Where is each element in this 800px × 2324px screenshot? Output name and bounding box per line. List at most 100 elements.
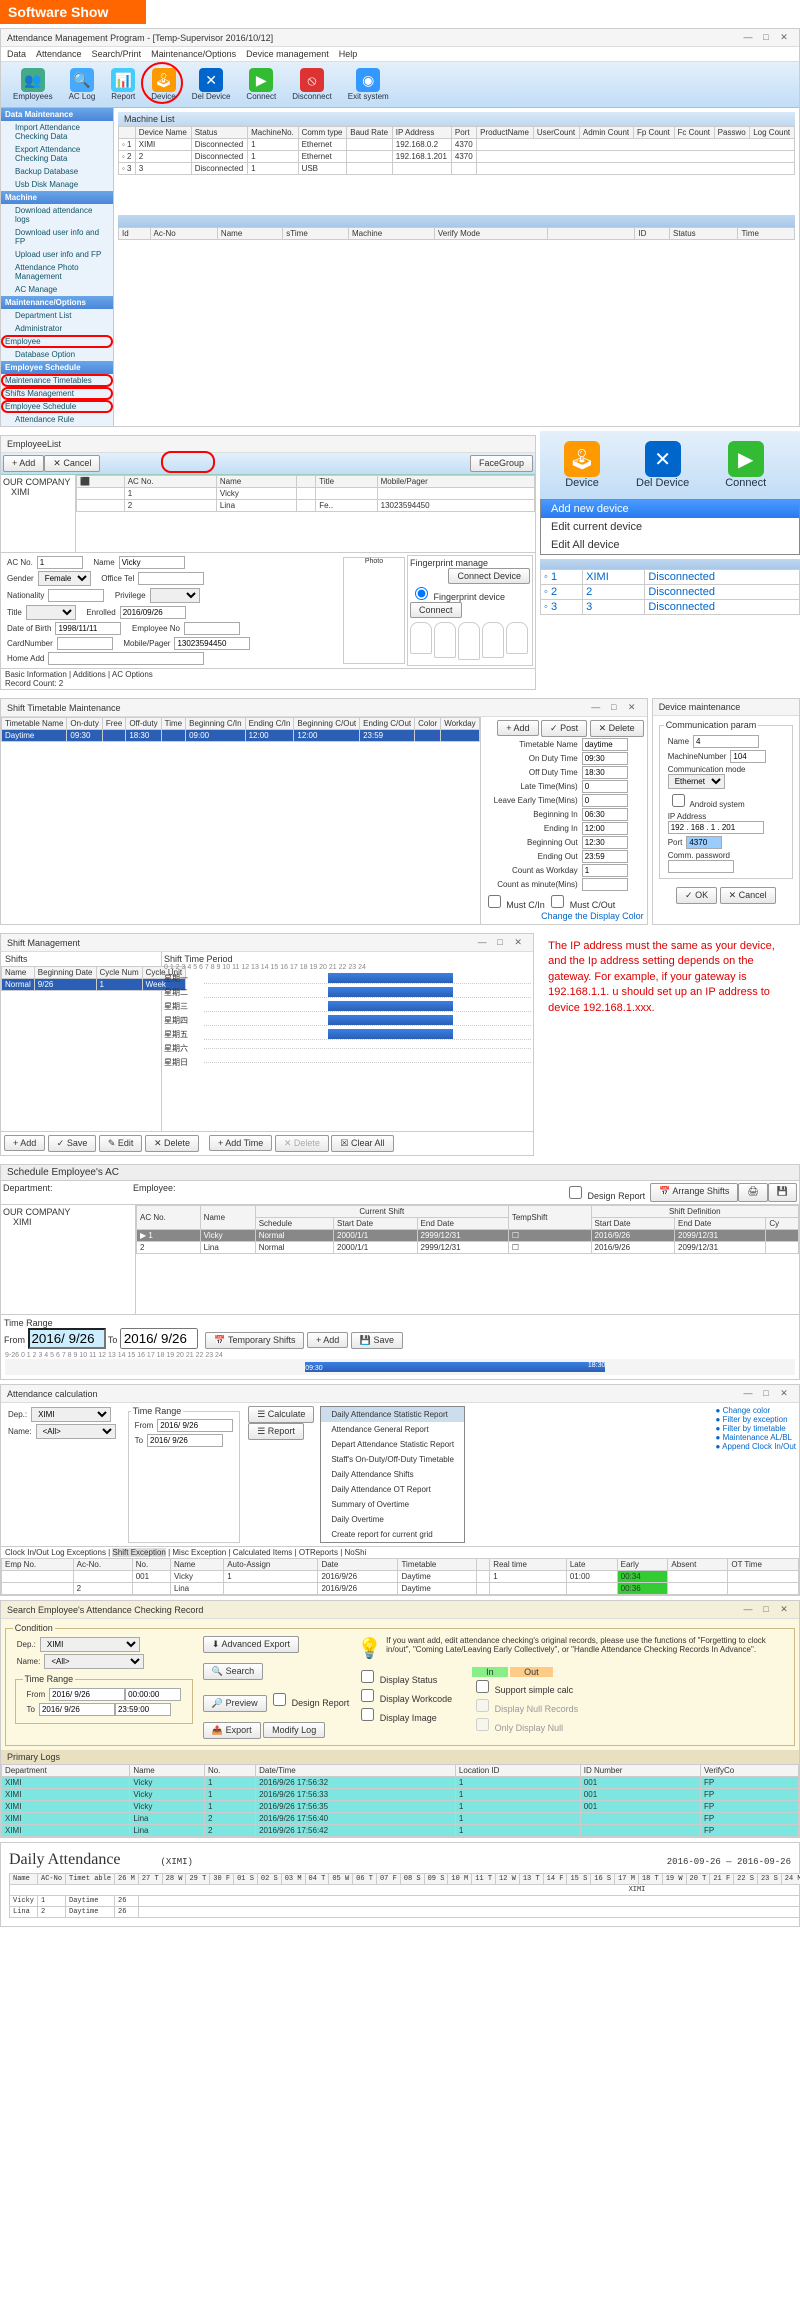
device-row[interactable]: ◦ 33Disconnected (541, 600, 800, 615)
f-acno[interactable] (37, 556, 83, 569)
sm-addtime[interactable]: + Add Time (209, 1135, 272, 1151)
log-row[interactable]: XIMIVicky12016/9/26 17:56:321001FP (2, 1776, 799, 1788)
fp-device-radio[interactable] (415, 587, 428, 600)
sidebar-empsched[interactable]: Employee Schedule (1, 400, 113, 413)
calc-name[interactable]: <All> (36, 1424, 116, 1439)
sidebar-photo[interactable]: Attendance Photo Management (1, 261, 113, 283)
report-menu-item[interactable]: Depart Attendance Statistic Report (321, 1437, 464, 1452)
f-mobile[interactable] (174, 637, 250, 650)
connect-device-btn[interactable]: Connect Device (448, 568, 530, 584)
calc-from[interactable] (157, 1419, 233, 1432)
employees-button[interactable]: 👥Employees (5, 66, 61, 103)
sm-delete[interactable]: ✕ Delete (145, 1135, 199, 1152)
connect-button[interactable]: ▶Connect (238, 66, 284, 103)
search-to-d[interactable] (39, 1703, 115, 1716)
disp-workcode[interactable] (361, 1689, 374, 1702)
adv-export-btn[interactable]: ⬇ Advanced Export (203, 1636, 299, 1653)
menu-add-device[interactable]: Add new device (541, 500, 799, 518)
sidebar-timetables[interactable]: Maintenance Timetables (1, 374, 113, 387)
sidebar-ul-user[interactable]: Upload user info and FP (1, 248, 113, 261)
tt-delete-btn[interactable]: ✕ Delete (590, 720, 644, 737)
emp-add-btn[interactable]: + Add (3, 455, 44, 472)
f-gender[interactable]: Female (38, 571, 91, 586)
link-changecolor[interactable]: ● Change color (716, 1406, 771, 1415)
sched-row[interactable]: 2LinaNormal2000/1/12999/12/31☐2016/9/262… (137, 1242, 799, 1254)
exit-button[interactable]: ◉Exit system (340, 66, 397, 103)
f-title[interactable] (26, 605, 76, 620)
device-button[interactable]: 🕹Device (143, 66, 183, 103)
tree-root2[interactable]: OUR COMPANY (3, 1207, 133, 1217)
f-tel[interactable] (138, 572, 204, 585)
sidebar-acmanage[interactable]: AC Manage (1, 283, 113, 296)
machine-row[interactable]: ◦ 1XIMIDisconnected1Ethernet192.168.0.24… (119, 139, 795, 151)
report-menu-item[interactable]: Staff's On-Duty/Off-Duty Timetable (321, 1452, 464, 1467)
f-name[interactable] (119, 556, 185, 569)
link-maint[interactable]: ● Maintenance AL/BL (716, 1433, 792, 1442)
f-nat[interactable] (48, 589, 104, 602)
dm-ip[interactable] (668, 821, 764, 834)
f-dob[interactable] (55, 622, 121, 635)
deldevice-button[interactable]: ✕Del Device (184, 66, 239, 103)
search-from-d[interactable] (49, 1688, 125, 1701)
report-menu-item[interactable]: Summary of Overtime (321, 1497, 464, 1512)
sched-add-btn[interactable]: + Add (307, 1332, 348, 1348)
export-btn[interactable]: 📤 Export (203, 1722, 261, 1739)
primary-logs-tab[interactable]: Primary Logs (1, 1750, 799, 1764)
search-name[interactable]: <All> (44, 1654, 144, 1669)
tt-post-btn[interactable]: ✓ Post (541, 720, 587, 737)
simple-calc[interactable] (476, 1680, 489, 1693)
disp-status[interactable] (361, 1670, 374, 1683)
sidebar-dbopt[interactable]: Database Option (1, 348, 113, 361)
dm-mode[interactable]: Ethernet (668, 774, 725, 789)
calc-dep[interactable]: XIMI (31, 1407, 111, 1422)
machine-row[interactable]: ◦ 33Disconnected1USB (119, 163, 795, 175)
modify-btn[interactable]: Modify Log (263, 1722, 325, 1738)
change-color-link[interactable]: Change the Display Color (541, 911, 644, 921)
report-menu-item[interactable]: Daily Attendance Statistic Report (321, 1407, 464, 1422)
big-deldevice-btn[interactable]: ✕Del Device (618, 437, 707, 493)
sched-from[interactable] (28, 1328, 106, 1349)
menu-edit-all[interactable]: Edit All device (541, 536, 799, 554)
report-button[interactable]: 📊Report (103, 66, 143, 103)
emp-facegroup-btn[interactable]: FaceGroup (470, 455, 533, 472)
timetable-row[interactable]: Daytime09:3018:3009:0012:0012:0023:59 (2, 730, 480, 742)
dm-ok-btn[interactable]: ✓ OK (676, 887, 717, 904)
design-cb2[interactable] (273, 1693, 286, 1706)
sidebar-dl-user[interactable]: Download user info and FP (1, 226, 113, 248)
connect-btn2[interactable]: Connect (410, 602, 462, 618)
link-filterexc[interactable]: ● Filter by exception (716, 1415, 788, 1424)
disp-image[interactable] (361, 1708, 374, 1721)
log-row[interactable]: XIMIVicky12016/9/26 17:56:351001FP (2, 1800, 799, 1812)
aclog-button[interactable]: 🔍AC Log (61, 66, 104, 103)
dm-pwd[interactable] (668, 860, 734, 873)
menubar[interactable]: DataAttendanceSearch/PrintMaintenance/Op… (1, 47, 799, 62)
calc-row[interactable]: 2Lina2016/9/26Daytime00:36 (2, 1583, 799, 1595)
window-controls[interactable]: —□✕ (739, 32, 793, 43)
search-to-t[interactable] (115, 1703, 171, 1716)
sm-add[interactable]: + Add (4, 1135, 45, 1151)
log-row[interactable]: XIMIVicky12016/9/26 17:56:331001FP (2, 1788, 799, 1800)
search-btn[interactable]: 🔍 Search (203, 1663, 263, 1680)
f-card[interactable] (57, 637, 113, 650)
f-home[interactable] (48, 652, 204, 665)
sidebar-attrule[interactable]: Attendance Rule (1, 413, 113, 426)
link-append[interactable]: ● Append Clock In/Out (716, 1442, 796, 1451)
save-file-btn[interactable]: 💾 (768, 1183, 797, 1202)
search-dep[interactable]: XIMI (40, 1637, 140, 1652)
dm-mach[interactable] (730, 750, 766, 763)
sidebar-usb[interactable]: Usb Disk Manage (1, 178, 113, 191)
log-row[interactable]: XIMILina22016/9/26 17:56:401FP (2, 1812, 799, 1824)
calculate-btn[interactable]: ☰ Calculate (248, 1406, 314, 1423)
search-from-t[interactable] (125, 1688, 181, 1701)
report-menu-item[interactable]: Daily Attendance OT Report (321, 1482, 464, 1497)
sidebar-dl-logs[interactable]: Download attendance logs (1, 204, 113, 226)
tree-root[interactable]: OUR COMPANY (3, 477, 73, 487)
f-empno[interactable] (184, 622, 240, 635)
sidebar-shifts[interactable]: Shifts Management (1, 387, 113, 400)
shift-row[interactable]: Normal9/261Week (2, 979, 186, 991)
design-report-cb[interactable] (569, 1186, 582, 1199)
calc-row[interactable]: 001Vicky12016/9/26Daytime101:0000:34 (2, 1571, 799, 1583)
sm-edit[interactable]: ✎ Edit (99, 1135, 143, 1152)
preview-btn[interactable]: 🔎 Preview (203, 1695, 267, 1712)
device-row[interactable]: ◦ 1XIMIDisconnected (541, 570, 800, 585)
